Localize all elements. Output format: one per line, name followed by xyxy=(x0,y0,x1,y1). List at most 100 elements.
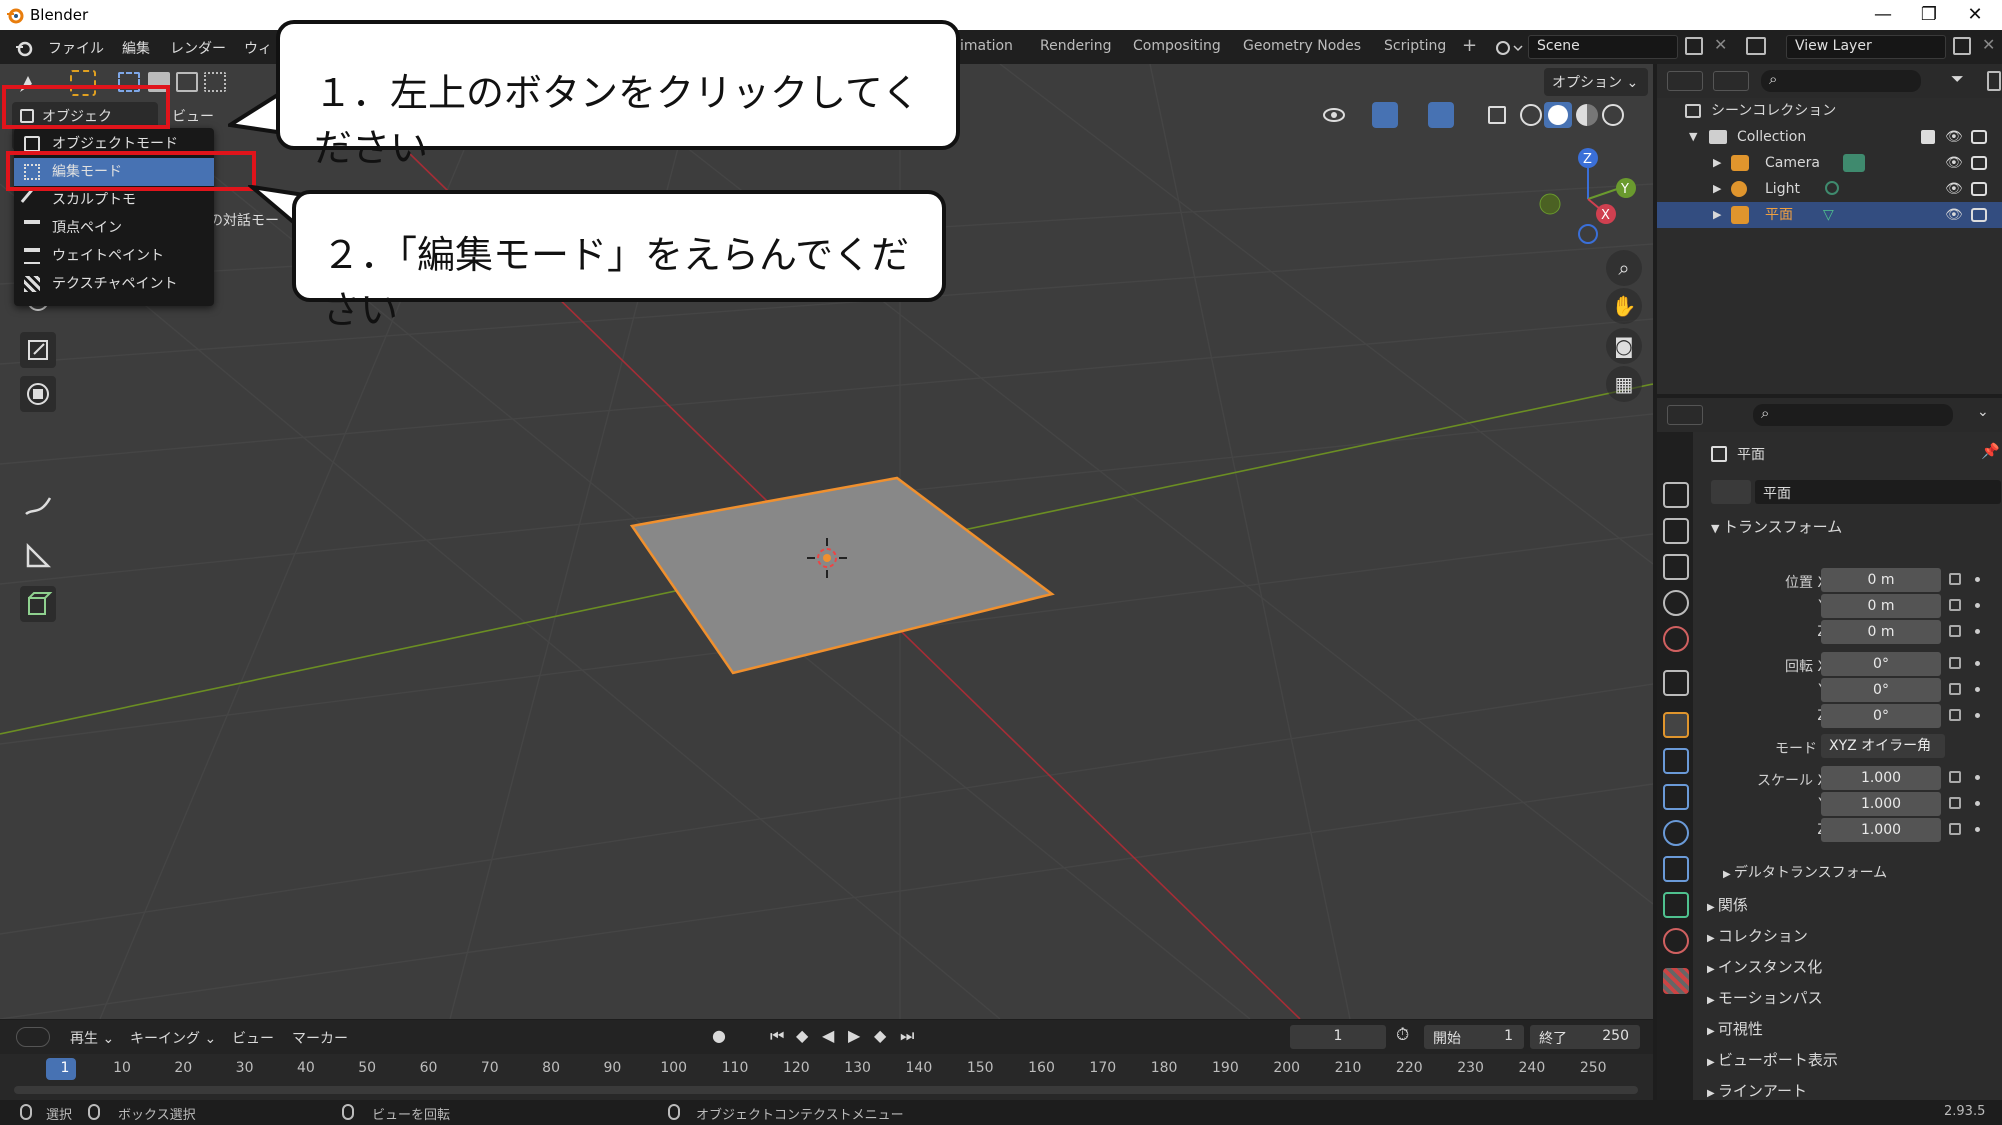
tab-geometry-nodes[interactable]: Geometry Nodes xyxy=(1243,38,1361,54)
maximize-button[interactable]: ❐ xyxy=(1906,0,1952,30)
object-name-field[interactable]: 平面 xyxy=(1755,480,2001,504)
prev-keyframe-icon[interactable]: ◆ xyxy=(796,1026,808,1045)
transform-gizmo-tool-icon[interactable] xyxy=(20,376,56,412)
blender-menu-icon[interactable] xyxy=(14,38,34,58)
start-frame-field[interactable]: 開始 1 xyxy=(1424,1025,1524,1049)
marker-menu[interactable]: マーカー xyxy=(292,1028,348,1048)
measure-tool-icon[interactable] xyxy=(20,538,56,574)
lock-icon[interactable] xyxy=(1949,771,1961,783)
filter-icon[interactable]: ⏷ xyxy=(1951,69,1964,89)
xray-toggle-icon[interactable] xyxy=(1488,106,1506,124)
select-invert-icon[interactable] xyxy=(204,72,226,92)
pan-hand-icon[interactable]: ✋ xyxy=(1606,288,1642,324)
data-tab-icon[interactable] xyxy=(1663,892,1689,918)
add-workspace-button[interactable]: + xyxy=(1462,35,1477,56)
lock-icon[interactable] xyxy=(1949,709,1961,721)
rotation-y-field[interactable]: 0° xyxy=(1821,678,1941,702)
end-frame-field[interactable]: 終了 250 xyxy=(1530,1025,1640,1049)
physics-tab-icon[interactable] xyxy=(1663,820,1689,846)
rotation-z-field[interactable]: 0° xyxy=(1821,704,1941,728)
remove-view-layer-icon[interactable]: ✕ xyxy=(1982,35,1995,54)
wireframe-shading-icon[interactable] xyxy=(1520,104,1542,126)
location-x-field[interactable]: 0 m xyxy=(1821,568,1941,592)
jump-end-icon[interactable]: ⏭ xyxy=(900,1026,914,1046)
new-scene-icon[interactable] xyxy=(1685,37,1703,55)
editor-type-icon[interactable] xyxy=(1667,405,1703,425)
gizmo-toggle-icon[interactable] xyxy=(1372,102,1398,128)
outliner-row-camera[interactable]: ▶ Camera 👁 xyxy=(1657,150,2002,176)
relations-section[interactable]: ▶ 関係 xyxy=(1707,894,1748,915)
eye-icon[interactable]: 👁 xyxy=(1945,176,1963,202)
mode-item-weight-paint[interactable]: ウェイトペイント xyxy=(14,242,214,270)
zoom-icon[interactable]: ⌕ xyxy=(1606,250,1642,286)
select-subtract-icon[interactable] xyxy=(176,72,198,92)
render-tab-icon[interactable] xyxy=(1663,482,1689,508)
motion-paths-section[interactable]: ▶ モーションパス xyxy=(1707,987,1823,1008)
playback-menu[interactable]: 再生 ⌄ xyxy=(70,1028,114,1048)
scale-x-field[interactable]: 1.000 xyxy=(1821,766,1941,790)
eye-icon[interactable]: 👁 xyxy=(1945,202,1963,228)
add-cube-tool-icon[interactable] xyxy=(20,586,56,622)
scale-tool-icon[interactable] xyxy=(20,332,56,368)
visibility-section[interactable]: ▶ 可視性 xyxy=(1707,1018,1763,1039)
properties-search-input[interactable]: ⌕ xyxy=(1753,404,1953,426)
mode-item-vertex-paint[interactable]: 頂点ペイン xyxy=(14,214,214,242)
scale-y-field[interactable]: 1.000 xyxy=(1821,792,1941,816)
minimize-button[interactable]: — xyxy=(1860,0,1906,30)
lock-icon[interactable] xyxy=(1949,657,1961,669)
camera-render-icon[interactable] xyxy=(1971,130,1987,144)
options-button[interactable]: オプション ⌄ xyxy=(1544,68,1648,96)
outliner-row-plane[interactable]: ▶ 平面 ▽ 👁 xyxy=(1657,202,2002,228)
scene-tab-icon[interactable] xyxy=(1663,590,1689,616)
menu-edit[interactable]: 編集 xyxy=(122,38,150,58)
play-reverse-icon[interactable]: ◀ xyxy=(822,1026,834,1045)
pin-icon[interactable]: 📌 xyxy=(1981,442,2000,460)
tab-animation[interactable]: imation xyxy=(960,38,1013,54)
tab-compositing[interactable]: Compositing xyxy=(1133,38,1221,54)
plane-mesh[interactable] xyxy=(629,476,1055,675)
keyframe-dot-icon[interactable] xyxy=(1975,713,1980,718)
current-frame-field[interactable]: 1 xyxy=(1290,1025,1386,1049)
menu-render[interactable]: レンダー xyxy=(170,38,226,58)
new-collection-icon[interactable] xyxy=(1987,71,2001,91)
location-z-field[interactable]: 0 m xyxy=(1821,620,1941,644)
tab-scripting[interactable]: Scripting xyxy=(1384,38,1446,54)
eye-icon[interactable]: 👁 xyxy=(1945,124,1963,150)
collections-section[interactable]: ▶ コレクション xyxy=(1707,925,1808,946)
perspective-toggle-icon[interactable]: ▦ xyxy=(1606,366,1642,402)
rotation-x-field[interactable]: 0° xyxy=(1821,652,1941,676)
next-keyframe-icon[interactable]: ◆ xyxy=(874,1026,886,1045)
remove-scene-icon[interactable]: ✕ xyxy=(1714,35,1727,54)
timeline-view-menu[interactable]: ビュー xyxy=(232,1028,274,1048)
material-shading-icon[interactable] xyxy=(1576,104,1598,126)
outliner-search-input[interactable]: ⌕ xyxy=(1761,70,1921,92)
overlays-toggle-icon[interactable] xyxy=(1428,102,1454,128)
particles-tab-icon[interactable] xyxy=(1663,784,1689,810)
camera-render-icon[interactable] xyxy=(1971,208,1987,222)
keyframe-dot-icon[interactable] xyxy=(1975,827,1980,832)
outliner-row-collection[interactable]: ▼ Collection 👁 xyxy=(1657,124,2002,150)
editor-type-icon[interactable] xyxy=(16,1027,50,1047)
keyframe-dot-icon[interactable] xyxy=(1975,577,1980,582)
rotation-mode-dropdown[interactable]: XYZ オイラー角 ⌄ xyxy=(1821,734,1945,778)
chevron-down-icon[interactable]: ⌄ xyxy=(1977,404,1989,420)
object-tab-icon[interactable] xyxy=(1663,712,1689,738)
keyframe-dot-icon[interactable] xyxy=(1975,629,1980,634)
keyframe-dot-icon[interactable] xyxy=(1975,661,1980,666)
view-layer-icon[interactable] xyxy=(1746,37,1766,55)
object-browse-button[interactable] xyxy=(1711,480,1751,504)
lock-icon[interactable] xyxy=(1949,573,1961,585)
collection-tab-icon[interactable] xyxy=(1663,670,1689,696)
outliner-row-scene[interactable]: シーンコレクション xyxy=(1657,98,2002,124)
eye-icon[interactable]: 👁 xyxy=(1945,150,1963,176)
lock-icon[interactable] xyxy=(1949,625,1961,637)
delta-transform-section[interactable]: ▶ デルタトランスフォーム xyxy=(1723,862,1887,882)
menu-view[interactable]: ビュー xyxy=(172,106,214,126)
display-mode-icon[interactable] xyxy=(1667,71,1703,91)
rendered-shading-icon[interactable] xyxy=(1602,104,1624,126)
play-icon[interactable]: ▶ xyxy=(848,1026,860,1045)
lock-icon[interactable] xyxy=(1949,683,1961,695)
location-y-field[interactable]: 0 m xyxy=(1821,594,1941,618)
view-layer-field[interactable]: View Layer xyxy=(1786,35,1946,59)
checkbox-icon[interactable] xyxy=(1921,130,1935,144)
